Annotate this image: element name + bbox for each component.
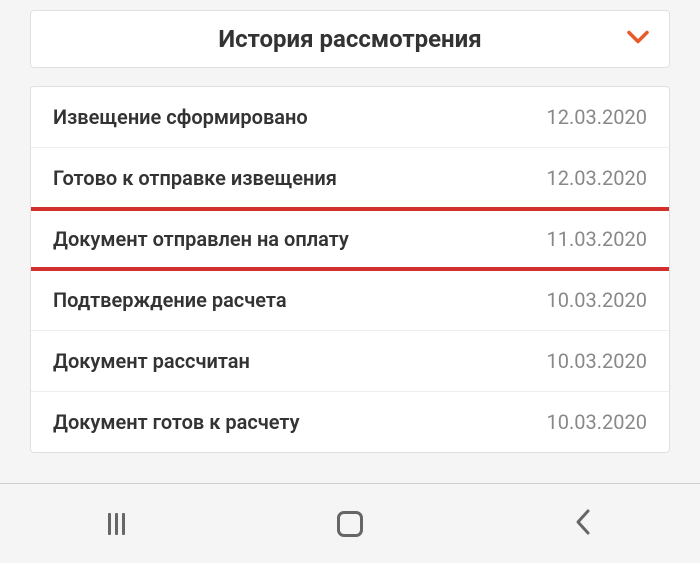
history-header[interactable]: История рассмотрения (30, 10, 670, 68)
home-icon (337, 511, 363, 537)
item-label: Подтверждение расчета (53, 288, 287, 312)
history-list: Извещение сформировано 12.03.2020 Готово… (30, 86, 670, 453)
nav-back-button[interactable] (553, 494, 613, 554)
item-label: Документ рассчитан (53, 349, 250, 373)
item-label: Документ отправлен на оплату (53, 227, 349, 251)
list-item[interactable]: Документ отправлен на оплату 11.03.2020 (31, 209, 669, 270)
list-item[interactable]: Подтверждение расчета 10.03.2020 (31, 270, 669, 331)
item-date: 12.03.2020 (547, 166, 647, 190)
item-date: 10.03.2020 (547, 349, 647, 373)
list-item[interactable]: Документ рассчитан 10.03.2020 (31, 331, 669, 392)
nav-recent-button[interactable] (87, 494, 147, 554)
recent-icon (108, 513, 125, 535)
item-label: Готово к отправке извещения (53, 166, 337, 190)
history-title: История рассмотрения (218, 25, 481, 53)
item-date: 11.03.2020 (547, 227, 647, 251)
list-item[interactable]: Готово к отправке извещения 12.03.2020 (31, 148, 669, 209)
chevron-down-icon (627, 30, 649, 49)
nav-home-button[interactable] (320, 494, 380, 554)
item-date: 10.03.2020 (547, 410, 647, 434)
item-date: 12.03.2020 (547, 105, 647, 129)
item-label: Извещение сформировано (53, 105, 308, 129)
item-date: 10.03.2020 (547, 288, 647, 312)
nav-bar (0, 483, 700, 563)
list-item[interactable]: Извещение сформировано 12.03.2020 (31, 87, 669, 148)
back-icon (574, 508, 592, 540)
item-label: Документ готов к расчету (53, 410, 300, 434)
list-item[interactable]: Документ готов к расчету 10.03.2020 (31, 392, 669, 452)
